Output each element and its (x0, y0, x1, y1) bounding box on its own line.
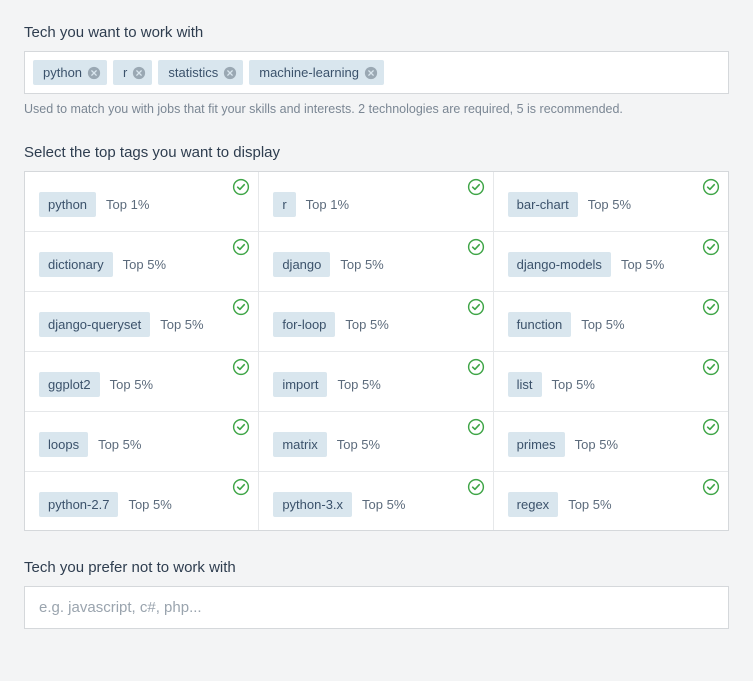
tag-label: django-models (508, 252, 611, 277)
check-circle-icon (702, 178, 720, 196)
check-circle-icon (467, 418, 485, 436)
check-circle-icon (232, 238, 250, 256)
top-tags-title: Select the top tags you want to display (24, 144, 729, 161)
check-circle-icon (467, 358, 485, 376)
tag-chip-label: r (123, 65, 127, 80)
check-circle-icon (467, 478, 485, 496)
tag-cell[interactable]: python-3.x Top 5% (259, 472, 493, 531)
tag-chip-label: statistics (168, 65, 218, 80)
tag-label: loops (39, 432, 88, 457)
tag-cell[interactable]: python Top 1% (25, 172, 259, 232)
tag-rank: Top 5% (575, 437, 618, 452)
tag-label: python (39, 192, 96, 217)
tag-rank: Top 5% (123, 257, 166, 272)
close-icon[interactable] (132, 66, 146, 80)
check-circle-icon (702, 358, 720, 376)
check-circle-icon (232, 418, 250, 436)
check-circle-icon (467, 238, 485, 256)
tag-cell[interactable]: import Top 5% (259, 352, 493, 412)
tag-rank: Top 5% (345, 317, 388, 332)
check-circle-icon (467, 298, 485, 316)
tag-label: import (273, 372, 327, 397)
check-circle-icon (232, 478, 250, 496)
tag-cell[interactable]: loops Top 5% (25, 412, 259, 472)
close-icon[interactable] (87, 66, 101, 80)
tag-rank: Top 1% (306, 197, 349, 212)
tech-want-title: Tech you want to work with (24, 24, 729, 41)
tag-cell[interactable]: r Top 1% (259, 172, 493, 232)
tag-rank: Top 5% (340, 257, 383, 272)
tag-cell[interactable]: django-queryset Top 5% (25, 292, 259, 352)
tech-avoid-input[interactable] (24, 586, 729, 629)
check-circle-icon (232, 358, 250, 376)
tag-label: bar-chart (508, 192, 578, 217)
tag-cell[interactable]: django Top 5% (259, 232, 493, 292)
tag-rank: Top 1% (106, 197, 149, 212)
tag-rank: Top 5% (98, 437, 141, 452)
tag-label: django (273, 252, 330, 277)
tech-want-helper: Used to match you with jobs that fit you… (24, 102, 729, 116)
tag-rank: Top 5% (128, 497, 171, 512)
tag-cell[interactable]: list Top 5% (494, 352, 728, 412)
tag-cell[interactable]: for-loop Top 5% (259, 292, 493, 352)
tag-chip[interactable]: machine-learning (249, 60, 384, 85)
tech-want-section: Tech you want to work with python r statis… (24, 24, 729, 116)
tag-rank: Top 5% (568, 497, 611, 512)
tag-label: primes (508, 432, 565, 457)
tag-chip[interactable]: statistics (158, 60, 243, 85)
tag-label: python-3.x (273, 492, 352, 517)
tag-cell[interactable]: function Top 5% (494, 292, 728, 352)
close-icon[interactable] (223, 66, 237, 80)
tag-rank: Top 5% (588, 197, 631, 212)
tag-chip-label: python (43, 65, 82, 80)
close-icon[interactable] (364, 66, 378, 80)
tag-chip-label: machine-learning (259, 65, 359, 80)
top-tags-section: Select the top tags you want to display … (24, 144, 729, 531)
tag-cell[interactable]: python-2.7 Top 5% (25, 472, 259, 531)
tag-label: ggplot2 (39, 372, 100, 397)
tag-rank: Top 5% (160, 317, 203, 332)
tag-cell[interactable]: primes Top 5% (494, 412, 728, 472)
tag-cell[interactable]: dictionary Top 5% (25, 232, 259, 292)
tag-label: matrix (273, 432, 326, 457)
check-circle-icon (232, 298, 250, 316)
tag-rank: Top 5% (581, 317, 624, 332)
tag-rank: Top 5% (337, 377, 380, 392)
tag-label: regex (508, 492, 559, 517)
check-circle-icon (702, 238, 720, 256)
tag-chip[interactable]: r (113, 60, 152, 85)
tag-cell[interactable]: ggplot2 Top 5% (25, 352, 259, 412)
tag-label: dictionary (39, 252, 113, 277)
check-circle-icon (232, 178, 250, 196)
check-circle-icon (702, 298, 720, 316)
tech-want-input[interactable]: python r statistics machine-learning (24, 51, 729, 94)
tag-label: list (508, 372, 542, 397)
tag-rank: Top 5% (621, 257, 664, 272)
check-circle-icon (702, 478, 720, 496)
tag-rank: Top 5% (337, 437, 380, 452)
tag-rank: Top 5% (110, 377, 153, 392)
tag-cell[interactable]: matrix Top 5% (259, 412, 493, 472)
tag-label: python-2.7 (39, 492, 118, 517)
top-tags-grid: pythonTop 1%rTop 1%bar-chartTop 5%dictio… (24, 171, 729, 531)
tag-label: for-loop (273, 312, 335, 337)
tech-avoid-section: Tech you prefer not to work with (24, 559, 729, 629)
tag-label: django-queryset (39, 312, 150, 337)
tag-cell[interactable]: django-models Top 5% (494, 232, 728, 292)
tag-chip[interactable]: python (33, 60, 107, 85)
tag-label: r (273, 192, 295, 217)
tag-label: function (508, 312, 572, 337)
check-circle-icon (702, 418, 720, 436)
tag-rank: Top 5% (362, 497, 405, 512)
tag-cell[interactable]: regex Top 5% (494, 472, 728, 531)
check-circle-icon (467, 178, 485, 196)
tag-rank: Top 5% (552, 377, 595, 392)
tech-avoid-title: Tech you prefer not to work with (24, 559, 729, 576)
tag-cell[interactable]: bar-chart Top 5% (494, 172, 728, 232)
